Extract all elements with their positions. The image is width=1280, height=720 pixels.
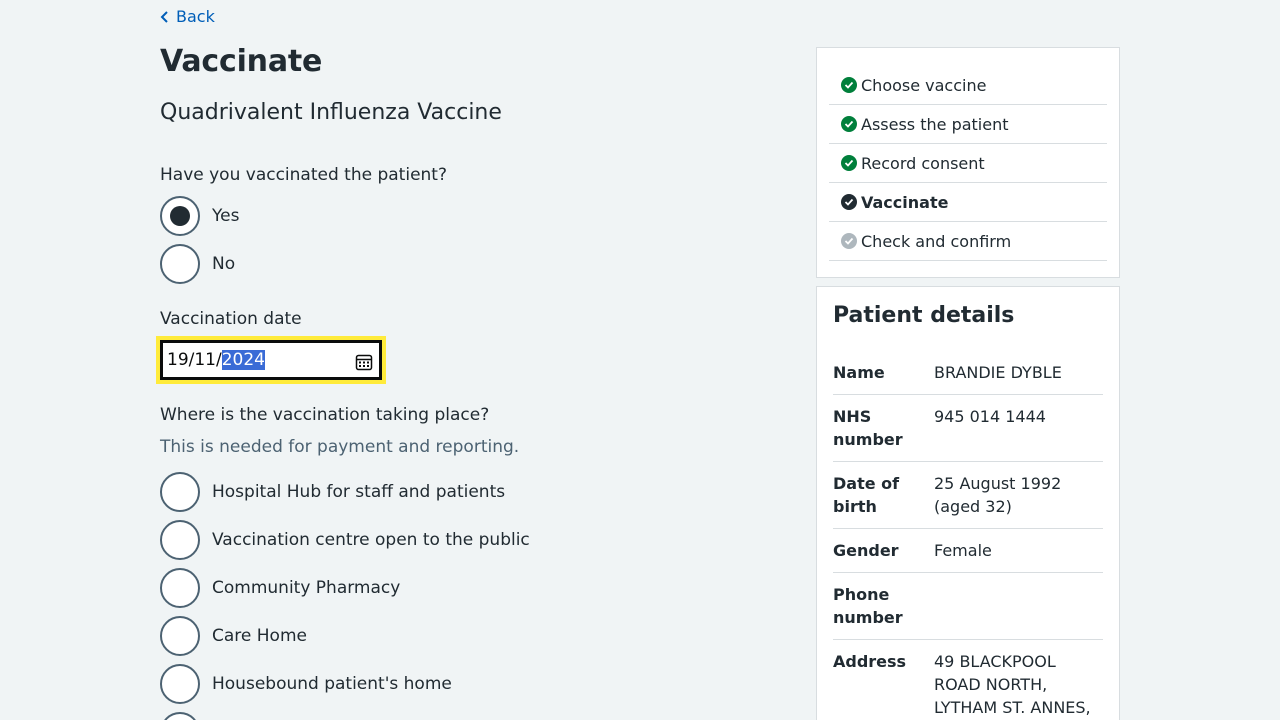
row-value: BRANDIE DYBLE <box>934 363 1062 382</box>
check-circle-icon <box>841 116 857 132</box>
patient-row-phone: Phone number <box>833 573 1103 640</box>
step-label: Record consent <box>861 153 985 173</box>
page-title: Vaccinate <box>160 44 323 79</box>
radio-location-hospital-hub[interactable]: Hospital Hub for staff and patients <box>160 472 505 512</box>
radio-yes-label[interactable]: Yes <box>212 204 239 228</box>
row-key: Date of birth <box>833 474 900 516</box>
row-key: Address <box>833 652 907 671</box>
radio-no-label[interactable]: No <box>212 252 235 276</box>
step-label: Choose vaccine <box>861 75 987 95</box>
radio-label[interactable]: Care Home <box>212 624 307 648</box>
patient-row-gender: Gender Female <box>833 529 1103 573</box>
check-circle-icon <box>841 155 857 171</box>
check-circle-icon <box>841 194 857 210</box>
radio-label[interactable]: Housebound patient's home <box>212 672 452 696</box>
vaccination-date-label: Vaccination date <box>160 309 302 329</box>
radio-location-partial[interactable] <box>160 712 200 720</box>
step-label: Vaccinate <box>861 192 949 212</box>
radio-no[interactable]: No <box>160 244 235 284</box>
step-assess-patient[interactable]: Assess the patient <box>829 105 1107 144</box>
radio-location-housebound[interactable]: Housebound patient's home <box>160 664 452 704</box>
vaccinated-question-label: Have you vaccinated the patient? <box>160 165 447 185</box>
radio-label[interactable]: Hospital Hub for staff and patients <box>212 480 505 504</box>
patient-row-nhs-number: NHS number 945 014 1444 <box>833 395 1103 462</box>
step-vaccinate[interactable]: Vaccinate <box>829 183 1107 222</box>
vaccination-date-input[interactable]: 19/11/2024 <box>160 340 382 380</box>
date-value-prefix: 19/11/ <box>167 350 222 370</box>
step-choose-vaccine[interactable]: Choose vaccine <box>829 66 1107 105</box>
check-circle-icon <box>841 233 857 249</box>
step-check-confirm[interactable]: Check and confirm <box>829 222 1107 261</box>
radio-circle[interactable] <box>160 196 200 236</box>
row-value: 49 BLACKPOOL ROAD NORTH, LYTHAM ST. ANNE… <box>934 652 1091 717</box>
check-circle-icon <box>841 77 857 93</box>
row-value <box>934 583 1103 629</box>
radio-circle[interactable] <box>160 712 200 720</box>
radio-circle[interactable] <box>160 568 200 608</box>
task-progress-card: Choose vaccine Assess the patient Record… <box>816 47 1120 278</box>
row-value: 945 014 1444 <box>934 407 1046 426</box>
back-link[interactable]: Back <box>160 7 215 27</box>
radio-location-vaccination-centre[interactable]: Vaccination centre open to the public <box>160 520 530 560</box>
patient-details-card: Patient details Name BRANDIE DYBLE NHS n… <box>816 286 1120 720</box>
radio-yes[interactable]: Yes <box>160 196 239 236</box>
row-value: 25 August 1992 (aged 32) <box>934 474 1062 516</box>
patient-row-address: Address 49 BLACKPOOL ROAD NORTH, LYTHAM … <box>833 640 1103 720</box>
back-label: Back <box>176 7 215 26</box>
radio-location-care-home[interactable]: Care Home <box>160 616 307 656</box>
patient-row-dob: Date of birth 25 August 1992 (aged 32) <box>833 462 1103 529</box>
radio-circle[interactable] <box>160 244 200 284</box>
step-label: Assess the patient <box>861 114 1009 134</box>
radio-circle[interactable] <box>160 616 200 656</box>
row-key: NHS number <box>833 407 903 449</box>
radio-label[interactable]: Community Pharmacy <box>212 576 400 600</box>
location-hint: This is needed for payment and reporting… <box>160 437 520 457</box>
date-value-selected: 2024 <box>221 350 265 370</box>
row-key: Gender <box>833 541 899 560</box>
location-question-label: Where is the vaccination taking place? <box>160 405 490 425</box>
vaccination-date-focus-ring: 19/11/2024 <box>156 336 386 384</box>
step-label: Check and confirm <box>861 231 1012 251</box>
patient-row-name: Name BRANDIE DYBLE <box>833 361 1103 395</box>
patient-details-heading: Patient details <box>833 303 1015 328</box>
radio-circle[interactable] <box>160 520 200 560</box>
chevron-left-icon <box>160 11 168 23</box>
radio-location-community-pharmacy[interactable]: Community Pharmacy <box>160 568 400 608</box>
radio-selected-dot <box>170 206 190 226</box>
vaccine-name: Quadrivalent Influenza Vaccine <box>160 100 502 125</box>
row-key: Name <box>833 363 885 382</box>
radio-label[interactable]: Vaccination centre open to the public <box>212 528 530 552</box>
step-record-consent[interactable]: Record consent <box>829 144 1107 183</box>
calendar-icon[interactable] <box>355 353 373 371</box>
radio-circle[interactable] <box>160 472 200 512</box>
row-value: Female <box>934 541 992 560</box>
radio-circle[interactable] <box>160 664 200 704</box>
row-key: Phone number <box>833 585 903 627</box>
